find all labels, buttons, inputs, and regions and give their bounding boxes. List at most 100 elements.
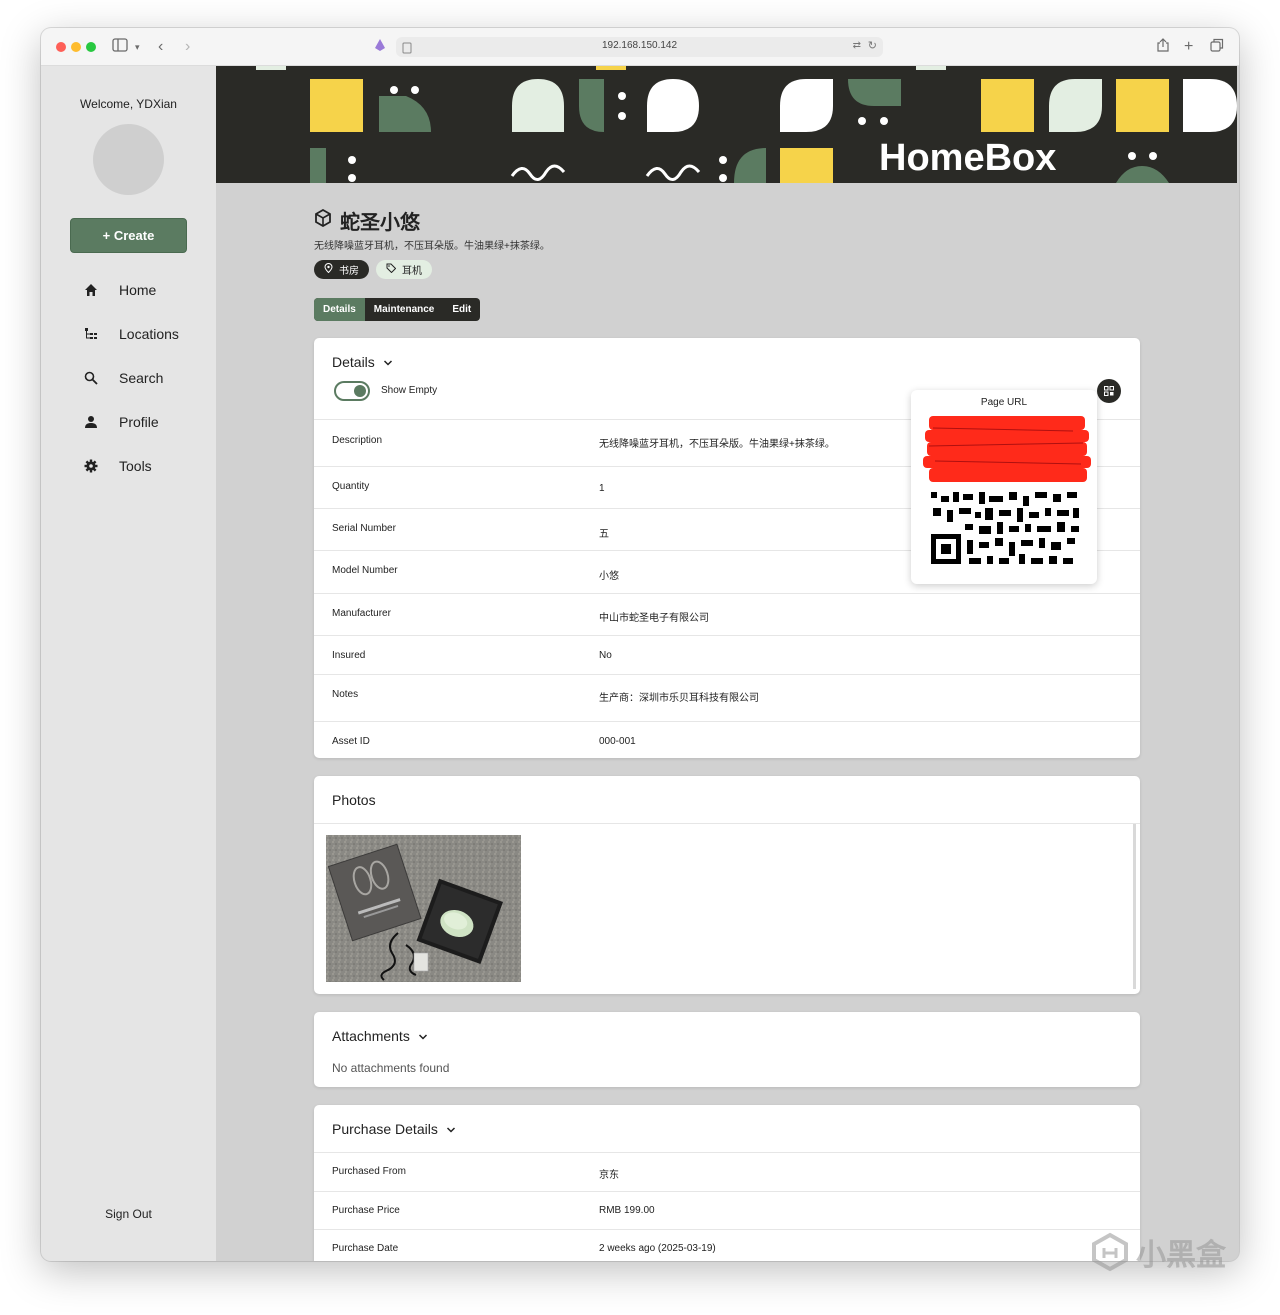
- photos-heading: Photos: [332, 792, 376, 808]
- chevron-down-icon: [446, 1121, 456, 1137]
- row-value: 五: [599, 529, 609, 540]
- profile-icon: [79, 415, 103, 429]
- gear-icon: [79, 459, 103, 473]
- row-value: 小悠: [599, 571, 619, 582]
- item-title-text: 蛇圣小悠: [340, 212, 420, 234]
- item-title: 蛇圣小悠: [314, 206, 420, 235]
- attachments-heading: Attachments: [332, 1028, 410, 1044]
- sign-out-link[interactable]: Sign Out: [41, 1207, 216, 1221]
- purchase-details-card: Purchase Details Purchased From 京东 Purch…: [314, 1105, 1140, 1261]
- row-value: 000-001: [599, 736, 636, 747]
- extension-icon[interactable]: [374, 38, 386, 56]
- row-value: 无线降噪蓝牙耳机，不压耳朵版。牛油果绿+抹茶绿。: [599, 439, 835, 450]
- item-description: 无线降噪蓝牙耳机，不压耳朵版。牛油果绿+抹茶绿。: [314, 241, 550, 252]
- attachments-card: Attachments No attachments found: [314, 1012, 1140, 1087]
- row-key: Insured: [332, 650, 366, 661]
- scrollbar[interactable]: [1133, 824, 1136, 989]
- sidebar-item-label: Profile: [119, 414, 159, 430]
- location-pin-icon: [324, 263, 333, 276]
- home-icon: [79, 283, 103, 297]
- banner-pattern: [256, 66, 1237, 183]
- chevron-down-icon: [418, 1028, 428, 1044]
- qr-icon: [1104, 386, 1114, 396]
- qr-code-button[interactable]: [1097, 379, 1121, 403]
- locations-icon: [79, 327, 103, 341]
- sidebar-item-profile[interactable]: Profile: [79, 410, 159, 434]
- cube-icon: [314, 208, 332, 233]
- tab-details[interactable]: Details: [314, 298, 365, 321]
- table-row: Asset ID 000-001: [314, 721, 1140, 758]
- sidebar-item-home[interactable]: Home: [79, 278, 156, 302]
- location-tag[interactable]: 书房: [314, 260, 369, 279]
- table-row: Purchase Price RMB 199.00: [314, 1191, 1140, 1229]
- welcome-text: Welcome, YDXian: [80, 97, 177, 111]
- row-key: Quantity: [332, 481, 370, 492]
- browser-window: ▾ ‹ › 192.168.150.142 ⇄ ↻ + Welcome, YDX…: [41, 28, 1239, 1261]
- purchase-details-header[interactable]: Purchase Details: [332, 1121, 456, 1137]
- reload-icon[interactable]: ↻: [868, 39, 877, 52]
- item-tabs: Details Maintenance Edit: [314, 298, 481, 321]
- table-row: Manufacturer 中山市蛇圣电子有限公司: [314, 593, 1140, 635]
- table-row: Purchase Date 2 weeks ago (2025-03-19): [314, 1229, 1140, 1261]
- row-value: 生产商：深圳市乐贝耳科技有限公司: [599, 693, 759, 704]
- row-key: Notes: [332, 689, 359, 700]
- row-key: Asset ID: [332, 736, 370, 747]
- details-header[interactable]: Details: [332, 354, 393, 370]
- browser-toolbar: ▾ ‹ › 192.168.150.142 ⇄ ↻ +: [41, 28, 1239, 66]
- main-content: HomeBox 蛇圣小悠 无线降噪蓝牙耳机，不压耳朵版。牛油果绿+抹茶绿。 书房…: [216, 66, 1237, 1261]
- tab-maintenance[interactable]: Maintenance: [365, 298, 444, 321]
- address-bar[interactable]: 192.168.150.142 ⇄ ↻: [396, 37, 883, 57]
- show-empty-toggle[interactable]: [334, 381, 370, 401]
- back-icon[interactable]: ‹: [158, 38, 163, 56]
- purchase-details-heading: Purchase Details: [332, 1121, 438, 1137]
- qr-label: Page URL: [980, 397, 1028, 408]
- minimize-window-button[interactable]: [71, 42, 81, 52]
- row-value: No: [599, 650, 612, 661]
- close-window-button[interactable]: [56, 42, 66, 52]
- sidebar-item-label: Search: [119, 370, 164, 386]
- row-value: RMB 199.00: [599, 1205, 655, 1216]
- watermark-text: 小黑盒: [1136, 1239, 1226, 1272]
- sidebar-toggle-icon[interactable]: [112, 38, 128, 56]
- row-value: 1: [599, 483, 605, 494]
- row-key: Serial Number: [332, 523, 396, 534]
- table-row: Notes 生产商：深圳市乐贝耳科技有限公司: [314, 674, 1140, 721]
- url-text: 192.168.150.142: [601, 40, 678, 51]
- qr-code-popup: Page URL: [911, 390, 1097, 584]
- sidebar-item-locations[interactable]: Locations: [79, 322, 179, 346]
- row-key: Purchased From: [332, 1166, 406, 1177]
- sidebar-item-search[interactable]: Search: [79, 366, 163, 390]
- photos-card: Photos: [314, 776, 1140, 994]
- row-key: Model Number: [332, 565, 398, 576]
- watermark-logo-icon: [1092, 1232, 1128, 1272]
- sidebar-item-label: Home: [119, 282, 157, 298]
- details-card: Details Show Empty Description 无线降噪蓝牙耳机，…: [314, 338, 1140, 758]
- row-key: Purchase Date: [332, 1243, 399, 1254]
- label-tag[interactable]: 耳机: [376, 260, 432, 279]
- forward-icon[interactable]: ›: [185, 38, 190, 56]
- toggle-knob: [354, 385, 366, 397]
- tab-edit[interactable]: Edit: [443, 298, 480, 321]
- row-value: 2 weeks ago (2025-03-19): [599, 1243, 716, 1254]
- share-icon[interactable]: [1157, 38, 1169, 56]
- sidebar-item-tools[interactable]: Tools: [79, 454, 152, 478]
- tag-icon: [386, 263, 397, 276]
- row-key: Manufacturer: [332, 608, 391, 619]
- attachments-header[interactable]: Attachments: [332, 1028, 428, 1044]
- label-tag-label: 耳机: [402, 266, 422, 277]
- sidebar: Welcome, YDXian + Create Home Locations …: [41, 66, 216, 1261]
- chevron-down-icon[interactable]: ▾: [135, 38, 140, 56]
- homebox-banner: HomeBox: [216, 66, 1237, 183]
- table-row: Insured No: [314, 635, 1140, 674]
- tabs-overview-icon[interactable]: [1210, 38, 1224, 56]
- sidebar-item-label: Locations: [119, 326, 179, 342]
- translate-icon[interactable]: ⇄: [853, 40, 861, 51]
- avatar[interactable]: [93, 124, 164, 195]
- table-row: Purchased From 京东: [314, 1152, 1140, 1191]
- create-button[interactable]: + Create: [70, 218, 187, 253]
- zoom-window-button[interactable]: [86, 42, 96, 52]
- details-heading: Details: [332, 354, 375, 370]
- item-photo[interactable]: [326, 835, 521, 982]
- new-tab-icon[interactable]: +: [1184, 38, 1193, 56]
- row-key: Purchase Price: [332, 1205, 400, 1216]
